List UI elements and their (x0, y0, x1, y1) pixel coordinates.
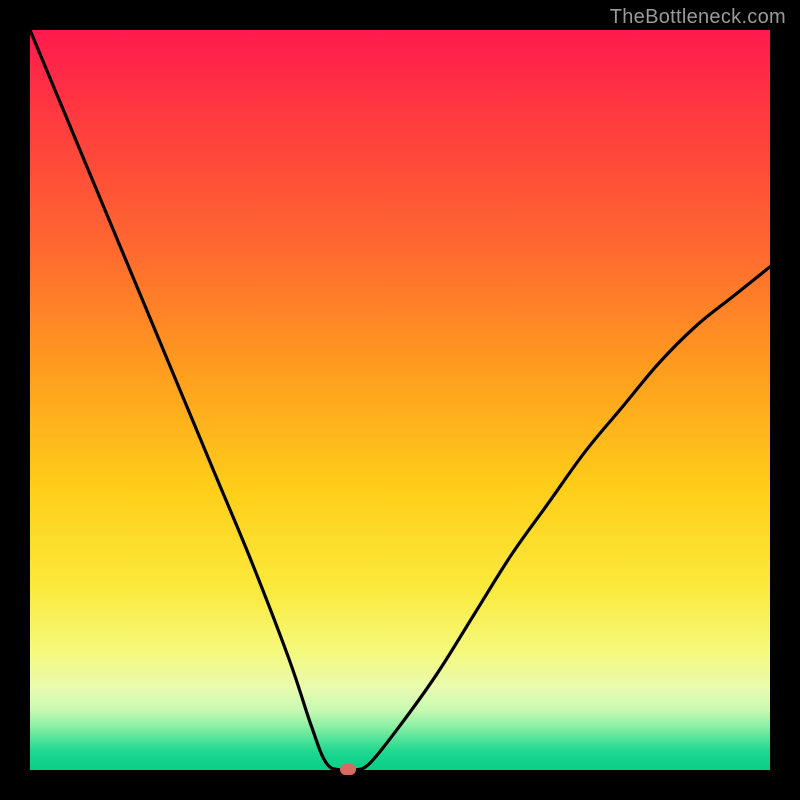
bottleneck-curve (30, 30, 770, 770)
optimal-point-marker (340, 764, 356, 775)
watermark-text: TheBottleneck.com (610, 6, 786, 29)
chart-plot-area (30, 30, 770, 770)
chart-frame: TheBottleneck.com (0, 0, 800, 800)
